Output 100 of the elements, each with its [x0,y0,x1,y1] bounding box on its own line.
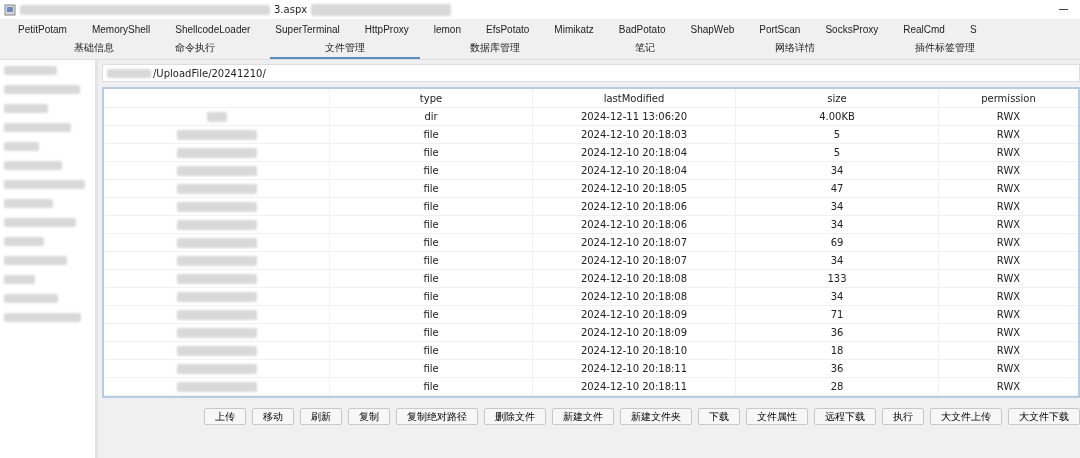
table-cell-text: RWX [995,110,1022,124]
plugin-tab[interactable]: RealCmd [903,23,945,35]
table-cell-text: RWX [995,362,1022,376]
redacted-block [4,256,67,265]
toolbar-button[interactable]: 下载 [698,408,740,425]
toolbar-button[interactable]: 移动 [252,408,294,425]
plugin-tab[interactable]: SuperTerminal [275,23,340,35]
plugin-tab[interactable]: MemoryShell [91,23,151,35]
table-cell: file [330,306,533,323]
table-cell-text: RWX [995,254,1022,268]
tab[interactable]: 数据库管理 [420,39,570,59]
plugin-tab[interactable]: PetitPotam [18,23,67,35]
table-cell-text: RWX [995,272,1022,286]
table-cell: 34 [736,288,939,305]
toolbar-button[interactable]: 复制绝对路径 [396,408,478,425]
table-cell: dir [330,108,533,125]
table-cell: file [330,144,533,161]
path-field[interactable]: /UploadFile/20241210/ [102,64,1080,82]
table-cell-text: RWX [995,200,1022,214]
table-cell: 2024-12-10 20:18:08 [533,270,736,287]
table-cell: 2024-12-10 20:18:09 [533,306,736,323]
table-cell: 2024-12-10 20:18:09 [533,324,736,341]
plugin-tab[interactable]: HttpProxy [364,23,409,35]
toolbar-button[interactable]: 大文件下载 [1008,408,1080,425]
plugin-tab[interactable]: S [969,23,977,35]
toolbar-button[interactable]: 远程下载 [814,408,876,425]
column-header[interactable]: lastModified [533,89,736,107]
table-cell: 2024-12-10 20:18:06 [533,216,736,233]
column-header[interactable]: size [736,89,939,107]
table-cell-text: RWX [995,326,1022,340]
redacted-block [4,142,39,151]
table-cell: 5 [736,126,939,143]
toolbar-button[interactable]: 新建文件夹 [620,408,692,425]
plugin-tab[interactable]: PortScan [759,23,801,35]
table-cell: file [330,270,533,287]
table-cell: file [330,198,533,215]
toolbar-button[interactable]: 刷新 [300,408,342,425]
table-cell: 28 [736,378,939,395]
tab[interactable]: 文件管理 [270,39,420,59]
redacted-block [4,218,76,227]
plugin-tab[interactable]: SocksProxy [825,23,879,35]
plugin-tab[interactable]: Mimikatz [554,23,594,35]
table-cell: 2024-12-10 20:18:04 [533,162,736,179]
table-cell: 2024-12-10 20:18:07 [533,252,736,269]
tab[interactable]: 网络详情 [720,39,870,59]
table-cell: 34 [736,198,939,215]
table-cell-text: RWX [995,380,1022,394]
table-cell: 2024-12-10 20:18:10 [533,342,736,359]
redacted-block [4,161,62,170]
tab[interactable]: 笔记 [570,39,720,59]
table-cell: file [330,234,533,251]
table-cell: file [330,360,533,377]
column-header[interactable]: permission [939,89,1078,107]
redacted-block [206,111,227,122]
redacted-block [4,104,48,113]
tab[interactable]: 插件标签管理 [870,39,1020,59]
toolbar-button[interactable]: 文件属性 [746,408,808,425]
table-cell: 133 [736,270,939,287]
table-cell-text: RWX [995,236,1022,250]
minimize-icon[interactable] [1059,9,1068,10]
redacted-block [4,123,71,132]
tab[interactable]: 命令执行 [120,39,270,59]
table-cell: 5 [736,144,939,161]
table-cell: 34 [736,252,939,269]
column-header[interactable]: type [330,89,533,107]
table-cell: 71 [736,306,939,323]
table-cell-text: RWX [995,290,1022,304]
plugin-tab[interactable]: EfsPotato [486,23,530,35]
plugin-tab[interactable]: ShellcodeLoader [175,23,251,35]
table-cell: file [330,324,533,341]
table-cell-text: RWX [995,146,1022,160]
table-cell: 2024-12-10 20:18:07 [533,234,736,251]
toolbar-button[interactable]: 新建文件 [552,408,614,425]
table-cell: 2024-12-10 20:18:11 [533,378,736,395]
table-cell: 36 [736,324,939,341]
plugin-tab[interactable]: BadPotato [618,23,666,35]
toolbar-button[interactable]: 大文件上传 [930,408,1002,425]
table-cell: file [330,180,533,197]
table-cell: 2024-12-11 13:06:20 [533,108,736,125]
redacted-block [4,66,57,75]
plugin-tab[interactable]: ShapWeb [690,23,735,35]
tab[interactable]: 基础信息 [0,39,120,59]
table-cell: 2024-12-10 20:18:04 [533,144,736,161]
table-cell: 2024-12-10 20:18:03 [533,126,736,143]
toolbar-button[interactable]: 上传 [204,408,246,425]
redacted-block [4,294,58,303]
app-icon [4,3,16,16]
table-cell: file [330,126,533,143]
table-cell-text: RWX [995,128,1022,142]
redacted-block [4,275,35,284]
table-cell: file [330,378,533,395]
plugin-tab[interactable]: lemon [433,23,461,35]
toolbar-button[interactable]: 删除文件 [484,408,546,425]
table-cell: 18 [736,342,939,359]
table-cell: 69 [736,234,939,251]
toolbar-button[interactable]: 执行 [882,408,924,425]
table-cell-text: RWX [995,164,1022,178]
toolbar-button[interactable]: 复制 [348,408,390,425]
table-cell: file [330,342,533,359]
redacted-block [4,199,53,208]
